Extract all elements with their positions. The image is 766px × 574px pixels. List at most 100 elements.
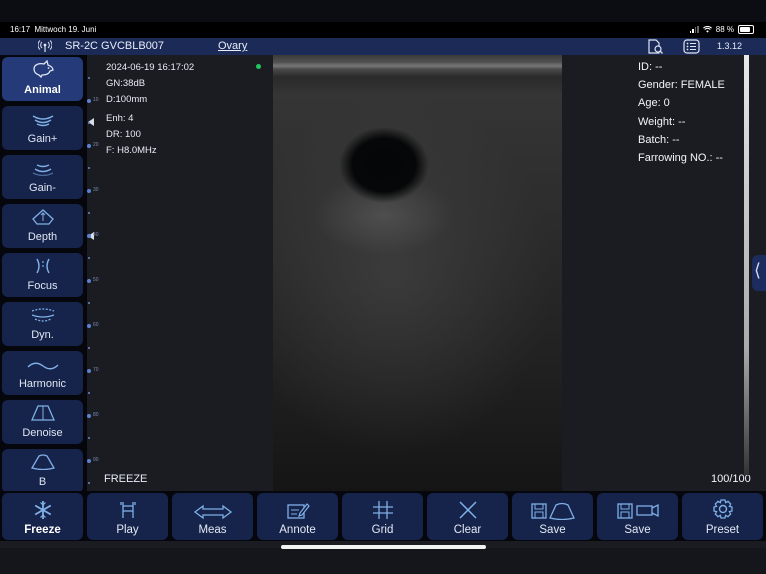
toolbar-item-label: Annote — [279, 524, 316, 536]
grid-button[interactable]: Grid — [342, 493, 423, 540]
denoise-icon — [30, 405, 55, 421]
frequency-value: F: H8.0MHz — [106, 145, 157, 156]
patient-farrowing: Farrowing NO.: -- — [638, 152, 723, 164]
scale-minor-tick — [88, 482, 90, 484]
depth-value: D:100mm — [106, 94, 148, 105]
gain-down-icon — [32, 164, 53, 176]
scale-major-tick — [87, 279, 91, 283]
left-control-panel: Animal Gain+ Gain- Depth Focus Dyn. Harm… — [0, 55, 87, 493]
toolbar-item-label: Play — [116, 524, 139, 536]
harmonic-wave-icon — [27, 362, 58, 370]
dynamic-range-button[interactable]: Dyn. — [2, 302, 83, 346]
scale-minor-tick — [88, 347, 90, 349]
scale-minor-tick — [88, 257, 90, 259]
depth-icon — [31, 209, 54, 225]
scale-major-tick — [87, 369, 91, 373]
measure-button[interactable]: Meas — [172, 493, 253, 540]
patient-age: Age: 0 — [638, 97, 670, 109]
clear-button[interactable]: Clear — [427, 493, 508, 540]
scale-minor-tick — [88, 77, 90, 79]
scale-label: 10 — [93, 97, 99, 103]
exam-preset-selector[interactable]: Ovary — [212, 40, 253, 52]
snowflake-icon — [34, 501, 51, 519]
patient-list-icon[interactable] — [683, 39, 700, 54]
dynamic-range-value: DR: 100 — [106, 129, 141, 140]
scale-label: 80 — [93, 412, 99, 418]
scale-label: 50 — [93, 277, 99, 283]
annotate-button[interactable]: Annote — [257, 493, 338, 540]
scale-major-tick — [87, 414, 91, 418]
battery-icon — [738, 25, 754, 34]
sidebar-item-label: Depth — [27, 231, 58, 243]
status-bar: 16:17 Mittwoch 19. Juni 88 % — [0, 22, 766, 38]
side-panel-toggle[interactable]: ⟨ — [752, 255, 766, 291]
patient-weight: Weight: -- — [638, 116, 686, 128]
b-mode-button[interactable]: B — [2, 449, 83, 493]
status-time-date: 16:17 Mittwoch 19. Juni — [10, 25, 96, 34]
bottom-bezel — [0, 548, 766, 574]
patient-search-icon[interactable] — [646, 39, 664, 54]
gain-down-button[interactable]: Gain- — [2, 155, 83, 199]
probe-orientation-dot — [256, 64, 261, 69]
play-button[interactable]: Play — [87, 493, 168, 540]
scale-minor-tick — [88, 437, 90, 439]
depth-button[interactable]: Depth — [2, 204, 83, 248]
preset-button[interactable]: Preset — [682, 493, 763, 540]
sidebar-item-label: Focus — [27, 280, 58, 292]
scale-label: 90 — [93, 457, 99, 463]
scale-label: 60 — [93, 322, 99, 328]
b-mode-icon — [30, 454, 55, 470]
toolbar-item-label: Preset — [705, 524, 740, 536]
patient-gender: Gender: FEMALE — [638, 79, 725, 91]
scale-major-tick — [87, 189, 91, 193]
sidebar-item-label: Animal — [24, 84, 61, 96]
save-image-button[interactable]: Save — [512, 493, 593, 540]
toolbar-item-label: Clear — [453, 524, 482, 536]
scale-label: 40 — [93, 232, 99, 238]
focus-icon — [35, 258, 50, 274]
dynamic-range-icon — [31, 308, 54, 322]
denoise-button[interactable]: Denoise — [2, 400, 83, 444]
sidebar-item-label: Gain+ — [27, 133, 58, 145]
ultrasound-image[interactable] — [273, 55, 562, 491]
depth-scale: 10 20 30 40 50 60 70 80 90 — [87, 55, 99, 491]
focus-button[interactable]: Focus — [2, 253, 83, 297]
scale-major-tick — [87, 459, 91, 463]
toolbar-item-label: Save — [624, 524, 651, 536]
measure-arrow-icon — [193, 504, 232, 520]
status-indicators: 88 % — [689, 25, 754, 34]
save-image-icon — [530, 502, 575, 520]
enhancement-value: Enh: 4 — [106, 113, 134, 124]
scale-major-tick — [87, 234, 91, 238]
scale-major-tick — [87, 144, 91, 148]
scale-minor-tick — [88, 167, 90, 169]
scale-minor-tick — [88, 392, 90, 394]
annotate-icon — [286, 503, 310, 519]
scale-label: 70 — [93, 367, 99, 373]
patient-id: ID: -- — [638, 61, 663, 73]
scale-major-tick — [87, 99, 91, 103]
scan-datetime: 2024-06-19 16:17:02 — [106, 62, 195, 73]
chevron-left-icon: ⟨ — [754, 260, 762, 280]
scale-label: 20 — [93, 142, 99, 148]
app-version: 1.3.12 — [716, 41, 742, 51]
gain-value: GN:38dB — [106, 78, 146, 89]
grayscale-bar — [744, 55, 749, 475]
animal-button[interactable]: Animal — [2, 57, 83, 101]
bottom-toolbar: Freeze Play Meas Annote Grid Clear Save … — [0, 491, 766, 541]
clear-x-icon — [458, 501, 477, 519]
toolbar-item-label: Save — [539, 524, 566, 536]
gear-icon — [712, 499, 733, 519]
sidebar-item-label: Gain- — [29, 182, 56, 194]
patient-batch: Batch: -- — [638, 134, 680, 146]
freeze-button[interactable]: Freeze — [2, 493, 83, 540]
skin-line — [273, 63, 562, 69]
scale-major-tick — [87, 324, 91, 328]
home-indicator[interactable] — [281, 545, 486, 549]
save-cine-button[interactable]: Save — [597, 493, 678, 540]
harmonic-button[interactable]: Harmonic — [2, 351, 83, 395]
gain-up-button[interactable]: Gain+ — [2, 106, 83, 150]
save-cine-icon — [616, 503, 659, 519]
scale-minor-tick — [88, 302, 90, 304]
toolbar-item-label: Grid — [371, 524, 394, 536]
